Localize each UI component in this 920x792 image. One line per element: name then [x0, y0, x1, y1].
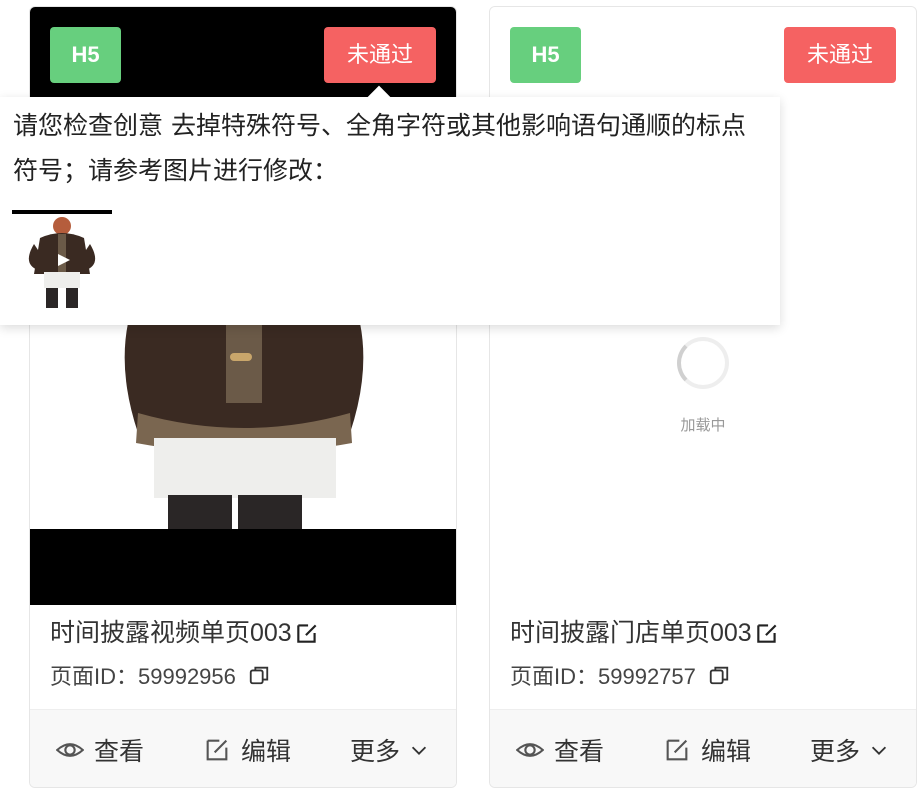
edit-title-icon[interactable] [754, 620, 780, 646]
edit-icon [206, 739, 228, 760]
eye-icon [516, 742, 544, 757]
loading-text: 加载中 [680, 417, 726, 434]
h5-tag: H5 [510, 27, 581, 83]
card-info: 时间披露门店单页003 页面ID：59992757 [490, 605, 916, 709]
more-dropdown[interactable]: 更多 [350, 732, 430, 768]
edit-icon [666, 739, 688, 760]
card-title: 时间披露视频单页003 [50, 619, 292, 647]
status-badge-rejected[interactable]: 未通过 [784, 27, 896, 83]
more-dropdown[interactable]: 更多 [810, 732, 890, 768]
card-info: 时间披露视频单页003 页面ID：59992956 [30, 605, 456, 709]
rejection-message: 请您检查创意 去掉特殊符号、全角字符或其他影响语句通顺的标点符号；请参考图片进行… [13, 111, 746, 185]
reference-image-thumbnail[interactable] [12, 210, 112, 310]
chevron-down-icon [871, 746, 887, 755]
more-label: 更多 [349, 737, 400, 766]
view-label: 查看 [554, 737, 605, 766]
edit-label: 编辑 [700, 737, 751, 766]
status-badge-rejected[interactable]: 未通过 [324, 27, 436, 83]
card-title: 时间披露门店单页003 [510, 619, 752, 647]
edit-title-icon[interactable] [294, 620, 320, 646]
view-button[interactable]: 查看 [516, 732, 604, 768]
page-id: 页面ID：59992956 [50, 664, 236, 689]
chevron-down-icon [411, 746, 427, 755]
rejection-reason-popover: 请您检查创意 去掉特殊符号、全角字符或其他影响语句通顺的标点符号；请参考图片进行… [0, 85, 780, 325]
view-label: 查看 [94, 737, 145, 766]
card-action-bar: 查看 编辑 更多 [490, 709, 916, 787]
spinner-icon [677, 337, 729, 389]
edit-button[interactable]: 编辑 [203, 732, 291, 768]
loading-indicator: 加载中 [490, 337, 916, 435]
copy-icon[interactable] [708, 664, 730, 686]
eye-icon [56, 742, 84, 757]
h5-tag: H5 [50, 27, 121, 83]
card-action-bar: 查看 编辑 更多 [30, 709, 456, 787]
more-label: 更多 [809, 737, 860, 766]
edit-label: 编辑 [240, 737, 291, 766]
copy-icon[interactable] [248, 664, 270, 686]
edit-button[interactable]: 编辑 [663, 732, 751, 768]
view-button[interactable]: 查看 [56, 732, 144, 768]
page-id: 页面ID：59992757 [510, 664, 696, 689]
page: H5 未通过 时间披露视频单页003 页面ID：59992956 查看 编辑 更… [0, 0, 920, 792]
